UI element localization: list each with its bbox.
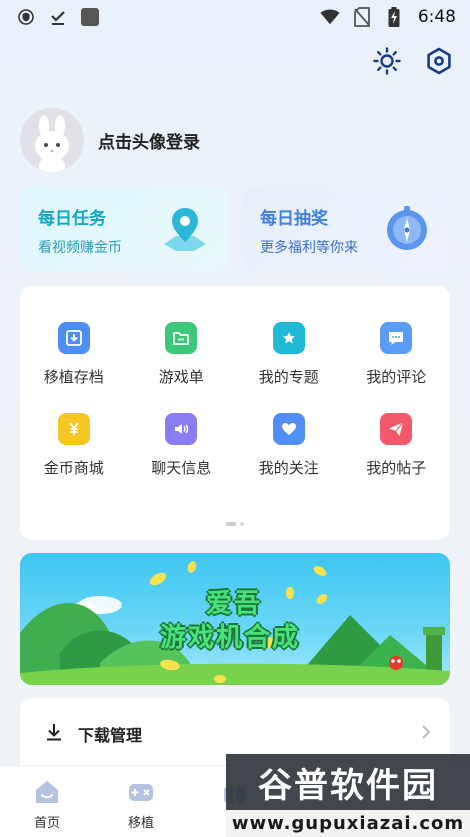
grid-item-chat[interactable]: 聊天信息: [128, 413, 236, 478]
grid-item-comment[interactable]: 我的评论: [343, 322, 451, 387]
feature-grid: 移植存档 游戏单 我的专题 我的评论 金币商城 聊天信息 我的关注 我的帖子: [20, 286, 450, 478]
game-list-icon: [165, 322, 198, 354]
chevron-right-icon: [420, 724, 432, 744]
settings-hex-icon[interactable]: [424, 46, 454, 76]
grid-item-label: 我的关注: [258, 459, 319, 477]
grid-item-label: 我的评论: [366, 368, 427, 386]
download-manager-label: 下载管理: [78, 726, 143, 745]
watermark-url: www.gupuxiazai.com: [226, 810, 470, 837]
topic-icon: [272, 322, 305, 354]
grid-item-follow[interactable]: 我的关注: [235, 413, 343, 478]
map-pin-icon: [164, 208, 206, 251]
grid-item-coin-shop[interactable]: 金币商城: [20, 413, 128, 478]
wifi-icon: [320, 7, 340, 27]
post-icon: [380, 413, 413, 445]
home-icon: [36, 781, 58, 803]
grid-item-label: 金币商城: [43, 459, 104, 477]
brightness-icon[interactable]: [372, 46, 402, 76]
top-actions: [372, 46, 454, 76]
coin-shop-icon: [57, 413, 90, 445]
avatar[interactable]: [20, 108, 84, 172]
download-icon: [44, 722, 64, 746]
daily-task-card[interactable]: 每日任务 看视频赚金币: [20, 186, 228, 272]
heart-icon: [272, 413, 305, 445]
login-prompt[interactable]: 点击头像登录: [98, 128, 200, 153]
profile-login[interactable]: 点击头像登录: [20, 108, 200, 172]
status-bar: 6:48: [0, 0, 470, 34]
app-square-icon: [80, 7, 100, 27]
grid-item-posts[interactable]: 我的帖子: [343, 413, 451, 478]
compass-icon: [387, 206, 427, 250]
grid-item-topic[interactable]: 我的专题: [235, 322, 343, 387]
chat-icon: [165, 413, 198, 445]
comment-icon: [380, 322, 413, 354]
gamepad-icon: [129, 784, 153, 801]
promo-banner[interactable]: 爱吾 游戏机合成: [20, 553, 450, 685]
no-sim-icon: [352, 7, 372, 27]
nav-label: 首页: [33, 816, 60, 831]
watermark: 谷普软件园 www.gupuxiazai.com: [226, 754, 470, 837]
clock: 6:48: [417, 7, 456, 27]
download-done-icon: [48, 7, 68, 27]
daily-cards: 每日任务 看视频赚金币 每日抽奖 更多福利等你来: [20, 186, 450, 272]
grid-item-label: 我的专题: [258, 368, 319, 386]
grid-item-archive[interactable]: 移植存档: [20, 322, 128, 387]
grid-item-label: 我的帖子: [366, 459, 427, 477]
watermark-title: 谷普软件园: [226, 754, 470, 810]
banner-subtitle: 游戏机合成: [160, 623, 301, 653]
grid-item-label: 移植存档: [43, 368, 104, 386]
pager-dot: [240, 522, 244, 526]
archive-icon: [57, 322, 90, 354]
grid-item-label: 游戏单: [158, 368, 204, 386]
grid-pager: [226, 522, 244, 526]
battery-charging-icon: [384, 7, 404, 27]
nav-port[interactable]: 移植: [94, 766, 188, 837]
feature-grid-panel: 移植存档 游戏单 我的专题 我的评论 金币商城 聊天信息 我的关注 我的帖子: [20, 286, 450, 540]
banner-title: 爱吾: [206, 589, 263, 619]
shield-icon: [16, 7, 36, 27]
nav-label: 移植: [127, 816, 154, 831]
nav-home[interactable]: 首页: [0, 766, 94, 837]
pager-dot-active: [226, 522, 236, 526]
daily-draw-card[interactable]: 每日抽奖 更多福利等你来: [242, 186, 450, 272]
grid-item-game-list[interactable]: 游戏单: [128, 322, 236, 387]
grid-item-label: 聊天信息: [151, 459, 212, 477]
